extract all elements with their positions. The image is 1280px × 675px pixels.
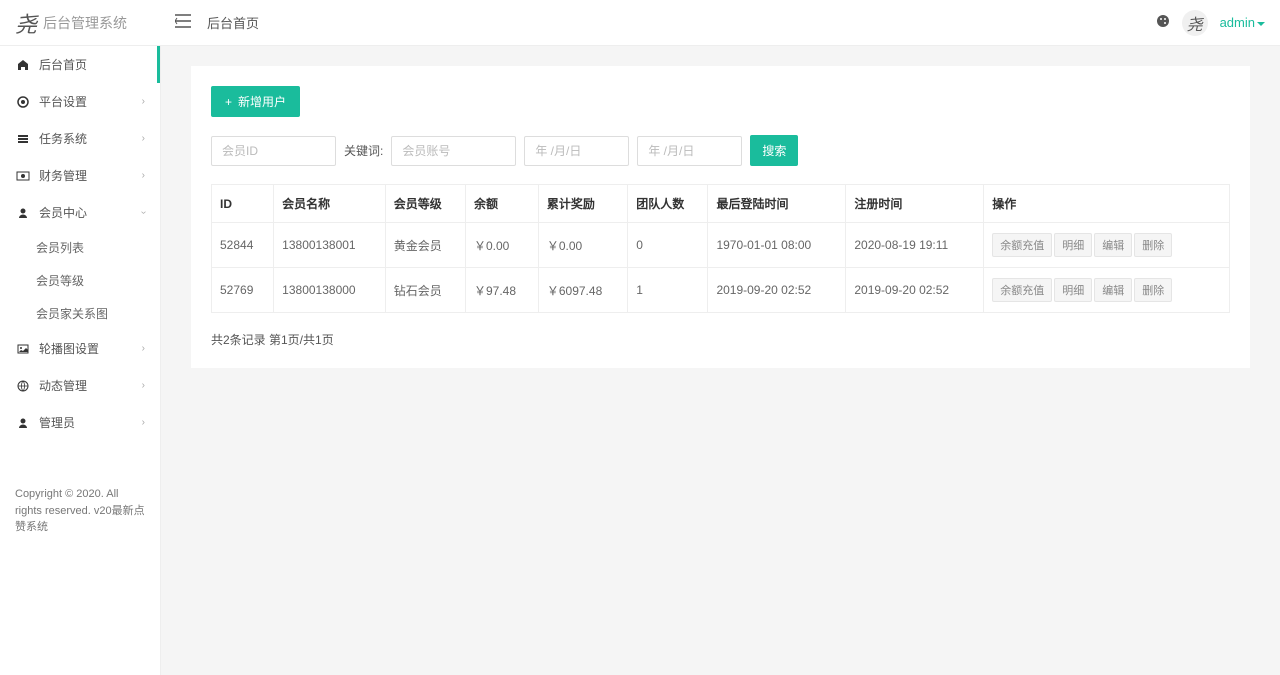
sidebar-item-home[interactable]: 后台首页 xyxy=(0,46,160,83)
sidebar: 后台首页 平台设置 › 任务系统 › 财务管理 › 会员中心 › 会员列表 会员… xyxy=(0,46,161,675)
chevron-right-icon: › xyxy=(142,96,145,107)
money-icon xyxy=(15,171,31,181)
table-header: 最后登陆时间 xyxy=(708,185,846,223)
user-icon xyxy=(15,417,31,429)
palette-icon[interactable] xyxy=(1156,14,1170,31)
action-button[interactable]: 编辑 xyxy=(1094,233,1132,257)
sidebar-item-admin[interactable]: 管理员 › xyxy=(0,404,160,441)
table-cell: 2020-08-19 19:11 xyxy=(846,223,984,268)
avatar-icon: 尧 xyxy=(1187,11,1203,35)
table-cell: 52769 xyxy=(212,268,274,313)
table-cell: 13800138001 xyxy=(274,223,386,268)
table-cell: 2019-09-20 02:52 xyxy=(846,268,984,313)
sidebar-subitem-member-list[interactable]: 会员列表 xyxy=(0,231,160,264)
sidebar-item-label: 动态管理 xyxy=(39,377,87,394)
action-button[interactable]: 余额充值 xyxy=(992,233,1052,257)
sidebar-item-carousel[interactable]: 轮播图设置 › xyxy=(0,330,160,367)
action-button[interactable]: 编辑 xyxy=(1094,278,1132,302)
table-cell: 钻石会员 xyxy=(385,268,465,313)
keyword-label: 关键词: xyxy=(344,142,383,159)
table-header: 会员名称 xyxy=(274,185,386,223)
action-button[interactable]: 明细 xyxy=(1054,233,1092,257)
table-cell: 52844 xyxy=(212,223,274,268)
table-cell: 黄金会员 xyxy=(385,223,465,268)
sidebar-footer: Copyright © 2020. All rights reserved. v… xyxy=(0,471,160,551)
sidebar-subitem-member-tree[interactable]: 会员家关系图 xyxy=(0,297,160,330)
sidebar-item-label: 管理员 xyxy=(39,414,75,431)
list-icon xyxy=(15,133,31,145)
sidebar-item-label: 后台首页 xyxy=(39,56,87,73)
action-button[interactable]: 余额充值 xyxy=(992,278,1052,302)
globe-icon xyxy=(15,380,31,392)
sidebar-item-member[interactable]: 会员中心 › xyxy=(0,194,160,231)
gear-icon xyxy=(15,96,31,108)
chevron-right-icon: › xyxy=(142,343,145,354)
sidebar-item-label: 任务系统 xyxy=(39,130,87,147)
chevron-down-icon: › xyxy=(138,211,149,214)
header: 尧 后台管理系统 后台首页 尧 admin xyxy=(0,0,1280,46)
search-button[interactable]: 搜索 xyxy=(750,135,798,166)
content-card: 新增用户 关键词: 搜索 ID会员名称会员等级余额累计奖励团队人数最后登陆时间注… xyxy=(191,66,1250,368)
table-cell-actions: 余额充值明细编辑删除 xyxy=(984,268,1230,313)
table-cell: ￥6097.48 xyxy=(538,268,627,313)
action-button[interactable]: 删除 xyxy=(1134,233,1172,257)
image-icon xyxy=(15,344,31,354)
table-row: 5276913800138000钻石会员￥97.48￥6097.4812019-… xyxy=(212,268,1230,313)
add-user-button[interactable]: 新增用户 xyxy=(211,86,300,117)
menu-toggle-area: 后台首页 xyxy=(163,10,259,35)
table-cell: ￥0.00 xyxy=(538,223,627,268)
table-row: 5284413800138001黄金会员￥0.00￥0.0001970-01-0… xyxy=(212,223,1230,268)
user-icon xyxy=(15,207,31,219)
table-cell: ￥0.00 xyxy=(466,223,539,268)
header-right: 尧 admin xyxy=(1156,10,1265,36)
member-id-input[interactable] xyxy=(211,136,336,166)
table-cell: 1 xyxy=(628,268,708,313)
sidebar-item-task[interactable]: 任务系统 › xyxy=(0,120,160,157)
table-header: ID xyxy=(212,185,274,223)
sidebar-item-label: 平台设置 xyxy=(39,93,87,110)
table-header: 注册时间 xyxy=(846,185,984,223)
main-content: 新增用户 关键词: 搜索 ID会员名称会员等级余额累计奖励团队人数最后登陆时间注… xyxy=(161,46,1280,675)
user-menu[interactable]: admin xyxy=(1220,15,1265,30)
chevron-right-icon: › xyxy=(142,417,145,428)
table-header: 操作 xyxy=(984,185,1230,223)
pagination-info: 共2条记录 第1页/共1页 xyxy=(211,331,1230,348)
sidebar-item-label: 轮播图设置 xyxy=(39,340,99,357)
action-button[interactable]: 明细 xyxy=(1054,278,1092,302)
chevron-right-icon: › xyxy=(142,133,145,144)
sidebar-item-platform[interactable]: 平台设置 › xyxy=(0,83,160,120)
sidebar-subitem-member-level[interactable]: 会员等级 xyxy=(0,264,160,297)
breadcrumb: 后台首页 xyxy=(207,13,259,32)
logo-icon: 尧 xyxy=(15,7,37,39)
date-to-input[interactable] xyxy=(637,136,742,166)
sidebar-item-finance[interactable]: 财务管理 › xyxy=(0,157,160,194)
sidebar-item-label: 会员中心 xyxy=(39,204,87,221)
table-cell: ￥97.48 xyxy=(466,268,539,313)
menu-toggle-icon[interactable] xyxy=(171,10,195,35)
chevron-right-icon: › xyxy=(142,380,145,391)
table-cell: 2019-09-20 02:52 xyxy=(708,268,846,313)
logo-text: 后台管理系统 xyxy=(43,13,127,33)
table-header: 累计奖励 xyxy=(538,185,627,223)
sidebar-item-dynamic[interactable]: 动态管理 › xyxy=(0,367,160,404)
chevron-right-icon: › xyxy=(142,170,145,181)
table-cell-actions: 余额充值明细编辑删除 xyxy=(984,223,1230,268)
avatar[interactable]: 尧 xyxy=(1182,10,1208,36)
table-header: 团队人数 xyxy=(628,185,708,223)
table-header: 会员等级 xyxy=(385,185,465,223)
home-icon xyxy=(15,59,31,71)
table-cell: 1970-01-01 08:00 xyxy=(708,223,846,268)
filter-bar: 关键词: 搜索 xyxy=(211,135,1230,166)
action-button[interactable]: 删除 xyxy=(1134,278,1172,302)
logo-area: 尧 后台管理系统 xyxy=(15,7,163,39)
table-cell: 13800138000 xyxy=(274,268,386,313)
table-header: 余额 xyxy=(466,185,539,223)
sidebar-item-label: 财务管理 xyxy=(39,167,87,184)
user-name-label: admin xyxy=(1220,15,1255,30)
table-cell: 0 xyxy=(628,223,708,268)
members-table: ID会员名称会员等级余额累计奖励团队人数最后登陆时间注册时间操作 5284413… xyxy=(211,184,1230,313)
member-account-input[interactable] xyxy=(391,136,516,166)
date-from-input[interactable] xyxy=(524,136,629,166)
